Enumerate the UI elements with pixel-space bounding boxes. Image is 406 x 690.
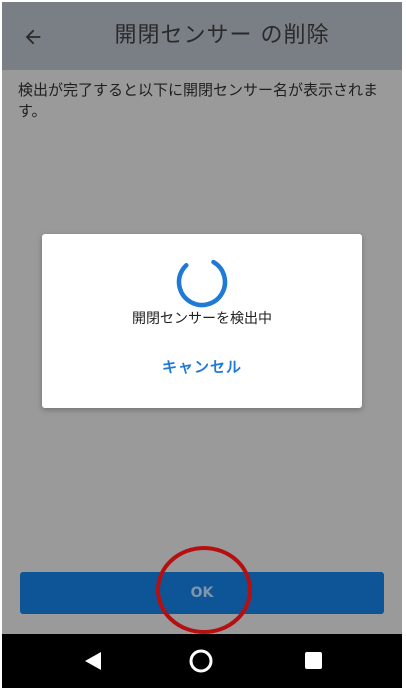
nav-home-circle-icon[interactable] <box>188 648 214 674</box>
screen: 開閉センサー の削除 検出が完了すると以下に開閉センサー名が表示されます。 開閉… <box>2 2 402 688</box>
back-button[interactable] <box>16 20 50 54</box>
system-nav-bar <box>2 634 402 688</box>
description-text: 検出が完了すると以下に開閉センサー名が表示されます。 <box>18 81 379 120</box>
nav-recents-square-icon[interactable] <box>305 652 322 669</box>
app-bar: 開閉センサー の削除 <box>2 2 402 70</box>
nav-back-triangle-icon[interactable] <box>82 650 104 672</box>
cancel-button[interactable]: キャンセル <box>142 350 262 384</box>
page-title: 開閉センサー の削除 <box>114 23 330 48</box>
ok-button[interactable]: OK <box>20 572 384 614</box>
dialog-message: 開閉センサーを検出中 <box>132 311 272 327</box>
arrow-left-icon <box>25 29 41 45</box>
progress-dialog: 開閉センサーを検出中 キャンセル <box>42 234 362 408</box>
loading-spinner-icon <box>176 256 228 308</box>
